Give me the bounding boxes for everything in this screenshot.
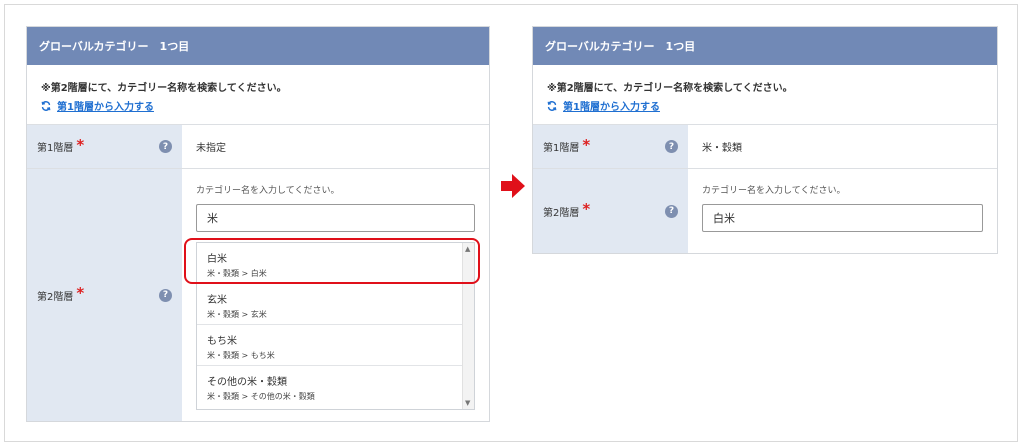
input-hint: カテゴリー名を入力してください。 <box>702 186 846 196</box>
help-icon[interactable]: ? <box>665 140 678 153</box>
scroll-down-icon[interactable]: ▼ <box>465 399 470 407</box>
suggestion-name: その他の米・穀類 <box>207 377 287 388</box>
required-mark: * <box>76 135 85 154</box>
level1-value-cell: 未指定 <box>182 125 489 168</box>
suggestion-item[interactable]: その他の米・穀類 米・穀類 > その他の米・穀類 <box>197 366 465 407</box>
suggestion-path: 米・穀類 > 玄米 <box>207 310 267 319</box>
input-from-level1-link[interactable]: 第1階層から入力する <box>41 98 475 113</box>
notice-area: ※第2階層にて、カテゴリー名称を検索してください。 第1階層から入力する <box>27 65 489 125</box>
suggestion-path: 米・穀類 > もち米 <box>207 351 275 360</box>
suggestion-name: 白米 <box>207 254 227 265</box>
level1-label-cell: 第1階層 * ? <box>533 125 688 168</box>
suggestion-item[interactable]: もち米 米・穀類 > もち米 <box>197 325 465 366</box>
level2-value-cell: カテゴリー名を入力してください。 白米 <box>688 169 997 253</box>
link-label: 第1階層から入力する <box>57 102 154 113</box>
suggestion-name: 玄米 <box>207 295 227 306</box>
suggestion-dropdown: 白米 米・穀類 > 白米 玄米 米・穀類 > 玄米 もち米 米・穀類 > もち米… <box>196 242 475 410</box>
category-panel-before: グローバルカテゴリー 1つ目 ※第2階層にて、カテゴリー名称を検索してください。… <box>26 26 490 422</box>
suggestion-item[interactable]: 白米 米・穀類 > 白米 <box>197 243 465 284</box>
required-mark: * <box>582 135 591 154</box>
level2-row: 第2階層 * ? カテゴリー名を入力してください。 米 白米 米・穀類 > 白米 … <box>27 169 489 421</box>
notice-text: ※第2階層にて、カテゴリー名称を検索してください。 <box>41 83 287 94</box>
link-label: 第1階層から入力する <box>563 102 660 113</box>
right-arrow-icon <box>501 174 525 198</box>
input-from-level1-link[interactable]: 第1階層から入力する <box>547 98 983 113</box>
level1-value: 未指定 <box>196 143 226 154</box>
input-value: 米 <box>207 212 218 225</box>
suggestion-name: もち米 <box>207 336 237 347</box>
suggestion-path: 米・穀類 > 白米 <box>207 269 267 278</box>
input-value: 白米 <box>713 212 735 225</box>
level1-label: 第1階層 <box>543 143 580 154</box>
panel-header: グローバルカテゴリー 1つ目 <box>27 27 489 65</box>
suggestion-item[interactable]: 玄米 米・穀類 > 玄米 <box>197 284 465 325</box>
input-hint: カテゴリー名を入力してください。 <box>196 186 340 196</box>
category-search-input[interactable]: 白米 <box>702 204 983 232</box>
required-mark: * <box>76 284 85 302</box>
category-search-input[interactable]: 米 <box>196 204 475 232</box>
required-mark: * <box>582 200 591 218</box>
help-icon[interactable]: ? <box>159 140 172 153</box>
level1-label-cell: 第1階層 * ? <box>27 125 182 168</box>
category-panel-after: グローバルカテゴリー 1つ目 ※第2階層にて、カテゴリー名称を検索してください。… <box>532 26 998 254</box>
level2-label-cell: 第2階層 * ? <box>27 169 182 421</box>
help-icon[interactable]: ? <box>159 288 172 302</box>
level2-value-cell: カテゴリー名を入力してください。 米 白米 米・穀類 > 白米 玄米 米・穀類 … <box>182 169 489 421</box>
level1-value-cell: 米・穀類 <box>688 125 997 168</box>
level2-label: 第2階層 <box>543 207 580 219</box>
help-icon[interactable]: ? <box>665 204 678 218</box>
panel-header: グローバルカテゴリー 1つ目 <box>533 27 997 65</box>
level1-row: 第1階層 * ? 未指定 <box>27 125 489 169</box>
scroll-up-icon[interactable]: ▲ <box>465 245 470 253</box>
level1-label: 第1階層 <box>37 143 74 154</box>
notice-text: ※第2階層にて、カテゴリー名称を検索してください。 <box>547 83 793 94</box>
level2-row: 第2階層 * ? カテゴリー名を入力してください。 白米 <box>533 169 997 253</box>
level1-row: 第1階層 * ? 米・穀類 <box>533 125 997 169</box>
level2-label-cell: 第2階層 * ? <box>533 169 688 253</box>
refresh-icon <box>41 100 51 111</box>
level2-label: 第2階層 <box>37 291 74 303</box>
notice-area: ※第2階層にて、カテゴリー名称を検索してください。 第1階層から入力する <box>533 65 997 125</box>
suggestion-path: 米・穀類 > その他の米・穀類 <box>207 392 315 401</box>
dropdown-scrollbar[interactable]: ▲ ▼ <box>462 243 474 409</box>
level1-value: 米・穀類 <box>702 143 742 154</box>
refresh-icon <box>547 100 557 111</box>
